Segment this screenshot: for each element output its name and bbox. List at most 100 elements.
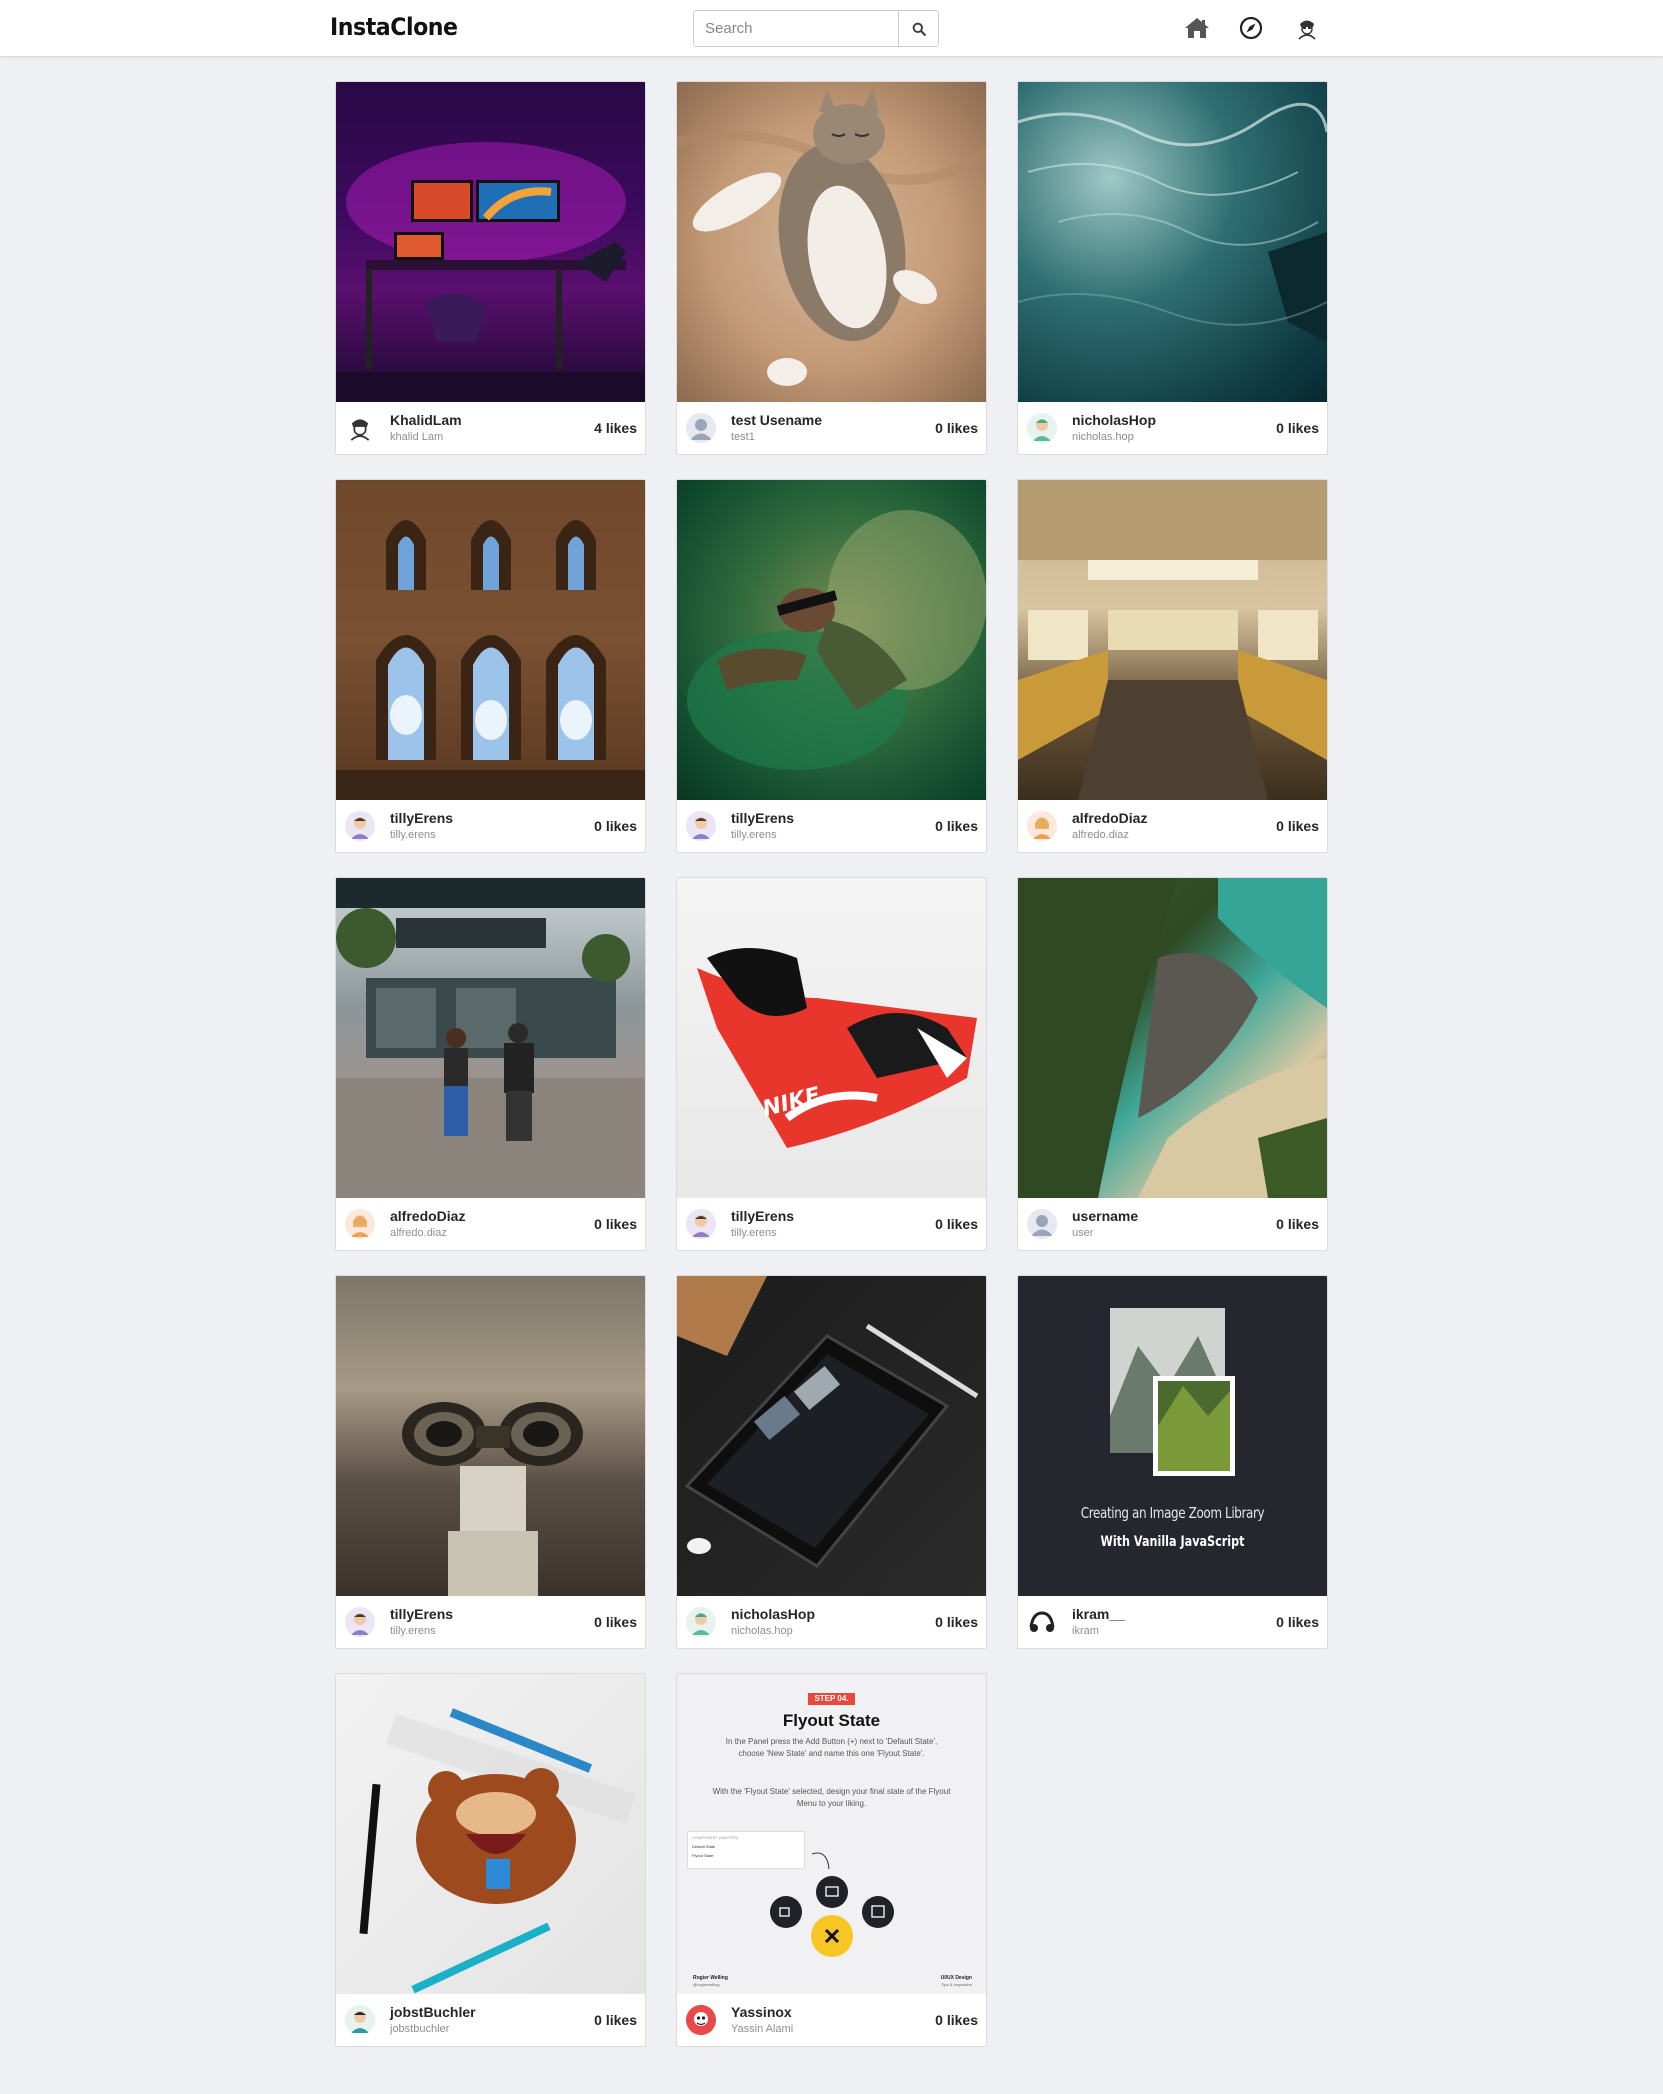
post-image-zoom-library[interactable]: Creating an Image Zoom Library With Vani… <box>1018 1276 1327 1596</box>
post-fullname: tilly.erens <box>390 1625 436 1638</box>
post-likes-count: 0 likes <box>594 1216 637 1232</box>
user-avatar[interactable] <box>686 413 716 443</box>
user-avatar[interactable] <box>345 811 375 841</box>
post-image-gaming-desk[interactable] <box>336 82 645 402</box>
post-likes-count: 0 likes <box>1276 1216 1319 1232</box>
post-likes-count: 0 likes <box>935 2012 978 2028</box>
post-username[interactable]: alfredoDiaz <box>1072 810 1276 826</box>
post-meta: nicholasHop nicholas.hop 0 likes <box>1018 402 1327 454</box>
post-user-info: username user <box>1072 1208 1276 1240</box>
user-avatar[interactable] <box>345 1209 375 1239</box>
post-meta: Yassinox Yassin Alami 0 likes <box>677 1994 986 2046</box>
post-likes-count: 0 likes <box>1276 818 1319 834</box>
post-fullname: user <box>1072 1227 1094 1240</box>
post-fullname: ikram <box>1072 1625 1099 1638</box>
post-card[interactable]: NIKE tillyErens tilly.erens 0 likes <box>676 877 987 1251</box>
post-username[interactable]: Yassinox <box>731 2004 935 2020</box>
post-likes-count: 0 likes <box>1276 420 1319 436</box>
post-image-tablet[interactable] <box>677 1276 986 1596</box>
post-meta: test Usename test1 0 likes <box>677 402 986 454</box>
post-card[interactable]: Creating an Image Zoom Library With Vani… <box>1017 1275 1328 1649</box>
post-card[interactable]: jobstBuchler jobstbuchler 0 likes <box>335 1673 646 2047</box>
post-card[interactable]: tillyErens tilly.erens 0 likes <box>335 1275 646 1649</box>
post-username[interactable]: nicholasHop <box>1072 412 1276 428</box>
search-input[interactable] <box>693 10 899 47</box>
post-image-cat[interactable] <box>677 82 986 402</box>
post-likes-count: 0 likes <box>594 818 637 834</box>
post-image-street-couple[interactable] <box>336 878 645 1198</box>
post-image-coastline[interactable] <box>1018 878 1327 1198</box>
explore-button[interactable] <box>1236 13 1266 43</box>
user-avatar[interactable] <box>345 413 375 443</box>
post-card[interactable]: alfredoDiaz alfredo.diaz 0 likes <box>1017 479 1328 853</box>
post-user-info: tillyErens tilly.erens <box>731 1208 935 1239</box>
top-navbar: InstaClone <box>0 0 1663 57</box>
post-image-train-interior[interactable] <box>1018 480 1327 800</box>
user-avatar[interactable] <box>345 2005 375 2035</box>
flyout-footer-right: UI/UX Design <box>940 1975 972 1981</box>
post-username[interactable]: jobstBuchler <box>390 2004 594 2020</box>
post-likes-count: 4 likes <box>594 420 637 436</box>
post-card[interactable]: test Usename test1 0 likes <box>676 81 987 455</box>
post-username[interactable]: tillyErens <box>390 810 594 826</box>
post-fullname: alfredo.diaz <box>390 1227 447 1240</box>
post-username[interactable]: KhalidLam <box>390 412 594 428</box>
post-image-flyout-tutorial[interactable]: STEP 04. Flyout State In the Panel press… <box>677 1674 986 1994</box>
post-likes-count: 0 likes <box>935 1614 978 1630</box>
flyout-footer-left-handle: @rogierwelling <box>693 1982 720 1987</box>
user-avatar[interactable] <box>1027 1607 1057 1637</box>
post-fullname: test1 <box>731 431 755 444</box>
user-avatar[interactable] <box>686 811 716 841</box>
post-image-ocean-waves[interactable] <box>1018 82 1327 402</box>
post-fullname: tilly.erens <box>731 829 777 842</box>
post-username[interactable]: tillyErens <box>390 1606 594 1622</box>
post-user-info: tillyErens tilly.erens <box>390 1606 594 1638</box>
post-username[interactable]: tillyErens <box>731 1208 935 1224</box>
post-meta: alfredoDiaz alfredo.diaz 0 likes <box>336 1198 645 1250</box>
post-meta: KhalidLam khalid Lam 4 likes <box>336 402 645 454</box>
post-username[interactable]: tillyErens <box>731 810 935 826</box>
post-username[interactable]: nicholasHop <box>731 1606 935 1622</box>
profile-avatar-button[interactable] <box>1292 13 1322 43</box>
app-logo[interactable]: InstaClone <box>330 13 458 41</box>
post-username[interactable]: alfredoDiaz <box>390 1208 594 1224</box>
user-avatar[interactable] <box>686 1209 716 1239</box>
post-fullname: alfredo.diaz <box>1072 829 1129 842</box>
post-card[interactable]: nicholasHop nicholas.hop 0 likes <box>1017 81 1328 455</box>
post-image-bear-sticker[interactable] <box>336 1674 645 1994</box>
post-image-green-smoke[interactable] <box>677 480 986 800</box>
post-fullname: jobstbuchler <box>390 2023 450 2036</box>
post-card[interactable]: username user 0 likes <box>1017 877 1328 1251</box>
post-card[interactable]: KhalidLam khalid Lam 4 likes <box>335 81 646 455</box>
post-card[interactable]: nicholasHop nicholas.hop 0 likes <box>676 1275 987 1649</box>
post-image-binoculars[interactable] <box>336 1276 645 1596</box>
post-username[interactable]: test Usename <box>731 412 935 428</box>
post-user-info: ikram__ ikram <box>1072 1606 1276 1638</box>
post-image-ruin-arches[interactable] <box>336 480 645 800</box>
post-username[interactable]: username <box>1072 1208 1276 1224</box>
user-avatar[interactable] <box>1027 811 1057 841</box>
user-avatar[interactable] <box>686 1607 716 1637</box>
post-card[interactable]: tillyErens tilly.erens 0 likes <box>335 479 646 853</box>
post-meta: tillyErens tilly.erens 0 likes <box>336 1596 645 1648</box>
post-user-info: alfredoDiaz alfredo.diaz <box>390 1208 594 1240</box>
user-avatar[interactable] <box>686 2005 716 2035</box>
post-card[interactable]: tillyErens tilly.erens 0 likes <box>676 479 987 853</box>
post-fullname: nicholas.hop <box>731 1625 793 1638</box>
post-meta: ikram__ ikram 0 likes <box>1018 1596 1327 1648</box>
post-card[interactable]: alfredoDiaz alfredo.diaz 0 likes <box>335 877 646 1251</box>
post-card[interactable]: STEP 04. Flyout State In the Panel press… <box>676 1673 987 2047</box>
user-avatar[interactable] <box>1027 1209 1057 1239</box>
flyout-footer-right-sub: Tips & Inspiration <box>941 1982 972 1987</box>
posts-grid: KhalidLam khalid Lam 4 likes test Usenam… <box>335 81 1329 2047</box>
post-image-nike-shoes[interactable]: NIKE <box>677 878 986 1198</box>
search-button[interactable] <box>899 10 939 47</box>
post-fullname: khalid Lam <box>390 431 444 444</box>
user-avatar[interactable] <box>345 1607 375 1637</box>
post-user-info: jobstBuchler jobstbuchler <box>390 2004 594 2036</box>
home-button[interactable] <box>1182 13 1212 43</box>
user-avatar-icon <box>1295 16 1319 40</box>
user-avatar[interactable] <box>1027 413 1057 443</box>
post-likes-count: 0 likes <box>594 2012 637 2028</box>
post-username[interactable]: ikram__ <box>1072 1606 1276 1622</box>
